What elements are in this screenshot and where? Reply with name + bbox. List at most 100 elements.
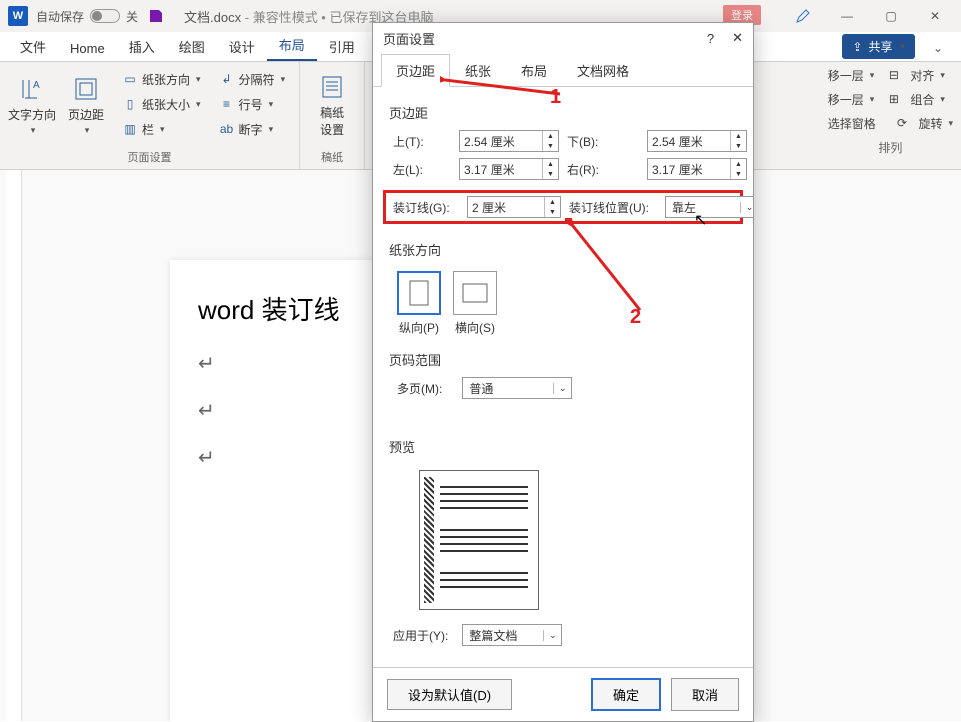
gutter-position-combo[interactable]: 靠左⌄ <box>665 196 753 218</box>
tab-layout[interactable]: 布局 <box>506 54 562 87</box>
menu-home[interactable]: Home <box>58 35 117 61</box>
orientation-button[interactable]: ▭ 纸张方向▾ <box>118 68 205 90</box>
rotate-icon: ⟳ <box>897 116 907 130</box>
chevron-down-icon: ⌄ <box>553 383 571 394</box>
multi-pages-label: 多页(M): <box>397 380 442 397</box>
dialog-tabs: 页边距 纸张 布局 文档网格 <box>373 53 753 87</box>
portrait-icon <box>397 271 441 315</box>
left-label: 左(L): <box>393 161 451 178</box>
menu-insert[interactable]: 插入 <box>117 31 167 61</box>
margins-icon <box>71 74 101 104</box>
top-spinner[interactable]: 2.54 厘米▲▼ <box>459 130 559 152</box>
section-orientation-label: 纸张方向 <box>389 240 737 259</box>
section-preview-label: 预览 <box>389 437 737 456</box>
menu-draw[interactable]: 绘图 <box>167 31 217 61</box>
multi-pages-combo[interactable]: 普通⌄ <box>462 377 572 399</box>
gutter-position-label: 装订线位置(U): <box>569 199 657 216</box>
menu-file[interactable]: 文件 <box>8 31 58 61</box>
breaks-button[interactable]: ↲ 分隔符▾ <box>215 68 290 90</box>
page-setup-dialog: 页面设置 ? ✕ 页边距 纸张 布局 文档网格 页边距 上(T): 2.54 厘… <box>372 22 754 722</box>
minimize-icon[interactable]: — <box>827 2 867 30</box>
dialog-title: 页面设置 <box>383 29 435 48</box>
help-icon[interactable]: ? <box>707 31 714 46</box>
landscape-icon <box>453 271 497 315</box>
orientation-landscape[interactable]: 横向(S) <box>453 271 497 336</box>
save-icon[interactable] <box>146 6 166 26</box>
annotation-number-2: 2 <box>630 306 641 329</box>
chevron-down-icon: ▾ <box>900 41 905 52</box>
text-direction-button[interactable]: A 文字方向 ▾ <box>6 66 58 144</box>
chevron-down-icon: ⌄ <box>740 202 753 213</box>
manuscript-icon <box>317 72 347 102</box>
group-icon: ⊞ <box>889 92 899 106</box>
vertical-ruler[interactable] <box>6 170 22 721</box>
hyphenation-button[interactable]: ab 断字▾ <box>215 118 290 140</box>
manuscript-settings-button[interactable]: 稿纸 设置 <box>306 66 358 144</box>
apply-to-combo[interactable]: 整篇文档⌄ <box>462 624 562 646</box>
right-label: 右(R): <box>567 161 639 178</box>
tab-paper[interactable]: 纸张 <box>450 54 506 87</box>
maximize-icon[interactable]: ▢ <box>871 2 911 30</box>
annotation-number-1: 1 <box>550 86 561 109</box>
chevron-down-icon: ▾ <box>85 125 90 136</box>
text-direction-icon: A <box>17 74 47 104</box>
dialog-footer: 设为默认值(D) 确定 取消 <box>373 667 753 721</box>
line-numbers-button[interactable]: ≡ 行号▾ <box>215 93 290 115</box>
line-numbers-icon: ≡ <box>219 96 235 112</box>
hyphenation-icon: ab <box>219 121 235 137</box>
tab-document-grid[interactable]: 文档网格 <box>562 54 644 87</box>
tab-margins[interactable]: 页边距 <box>381 54 450 87</box>
binding-indicator <box>424 477 434 603</box>
bottom-label: 下(B): <box>567 133 639 150</box>
set-default-button[interactable]: 设为默认值(D) <box>387 679 512 710</box>
ribbon-arrange-partial: 移一层▾ ⊟ 对齐▾ 移一层▾ ⊞ 组合▾ 选择窗格 ⟳ 旋转▾ 排列 <box>828 64 953 158</box>
columns-icon: ▥ <box>122 121 138 137</box>
chevron-down-icon: ⌄ <box>543 630 561 641</box>
section-pages-label: 页码范围 <box>389 350 737 369</box>
breaks-icon: ↲ <box>219 71 235 87</box>
ribbon-group-manuscript: 稿纸 设置 稿纸 <box>300 62 365 169</box>
section-margins-label: 页边距 <box>389 103 737 122</box>
svg-text:A: A <box>33 80 40 91</box>
selection-pane-button[interactable]: 选择窗格 ⟳ 旋转▾ <box>828 112 953 134</box>
gutter-spinner[interactable]: 2 厘米▲▼ <box>467 196 561 218</box>
send-backward-button[interactable]: 移一层▾ ⊞ 组合▾ <box>828 88 953 110</box>
bottom-spinner[interactable]: 2.54 厘米▲▼ <box>647 130 747 152</box>
gutter-label: 装订线(G): <box>393 199 459 216</box>
spinner-down-icon: ▼ <box>543 141 558 151</box>
preview-thumbnail <box>419 470 539 610</box>
margins-button[interactable]: 页边距 ▾ <box>60 66 112 144</box>
toggle-icon[interactable] <box>90 9 120 23</box>
dialog-titlebar: 页面设置 ? ✕ <box>373 23 753 53</box>
apply-to-label: 应用于(Y): <box>393 627 448 644</box>
align-icon: ⊟ <box>889 68 899 82</box>
top-label: 上(T): <box>393 133 451 150</box>
left-spinner[interactable]: 3.17 厘米▲▼ <box>459 158 559 180</box>
menu-references[interactable]: 引用 <box>317 31 367 61</box>
share-button[interactable]: ⇪ 共享 ▾ <box>842 34 915 59</box>
ribbon-collapse-button[interactable]: ⌄ <box>927 38 949 58</box>
gutter-highlight: 装订线(G): 2 厘米▲▼ 装订线位置(U): 靠左⌄ <box>383 190 743 224</box>
bring-forward-button[interactable]: 移一层▾ ⊟ 对齐▾ <box>828 64 953 86</box>
menu-design[interactable]: 设计 <box>217 31 267 61</box>
close-icon[interactable]: ✕ <box>732 30 743 46</box>
right-spinner[interactable]: 3.17 厘米▲▼ <box>647 158 747 180</box>
margins-grid: 上(T): 2.54 厘米▲▼ 下(B): 2.54 厘米▲▼ 左(L): 3.… <box>393 130 737 180</box>
pen-icon[interactable] <box>783 2 823 30</box>
close-icon[interactable]: ✕ <box>915 2 955 30</box>
orientation-portrait[interactable]: 纵向(P) <box>397 271 441 336</box>
dialog-body: 页边距 上(T): 2.54 厘米▲▼ 下(B): 2.54 厘米▲▼ 左(L)… <box>373 87 753 667</box>
cancel-button[interactable]: 取消 <box>671 678 739 711</box>
ok-button[interactable]: 确定 <box>591 678 661 711</box>
menu-layout[interactable]: 布局 <box>267 29 317 61</box>
spinner-up-icon: ▲ <box>543 131 558 141</box>
autosave-toggle[interactable]: 自动保存 关 <box>36 8 138 25</box>
orientation-icon: ▭ <box>122 71 138 87</box>
size-button[interactable]: ▯ 纸张大小▾ <box>118 93 205 115</box>
group-label-arrange: 排列 <box>828 136 953 158</box>
chevron-down-icon: ▾ <box>31 125 36 136</box>
ribbon-group-page-setup: A 文字方向 ▾ 页边距 ▾ ▭ 纸张方向▾ ▯ 纸张大小▾ <box>0 62 300 169</box>
page-size-icon: ▯ <box>122 96 138 112</box>
group-label-page-setup: 页面设置 <box>128 149 172 167</box>
columns-button[interactable]: ▥ 栏▾ <box>118 118 205 140</box>
